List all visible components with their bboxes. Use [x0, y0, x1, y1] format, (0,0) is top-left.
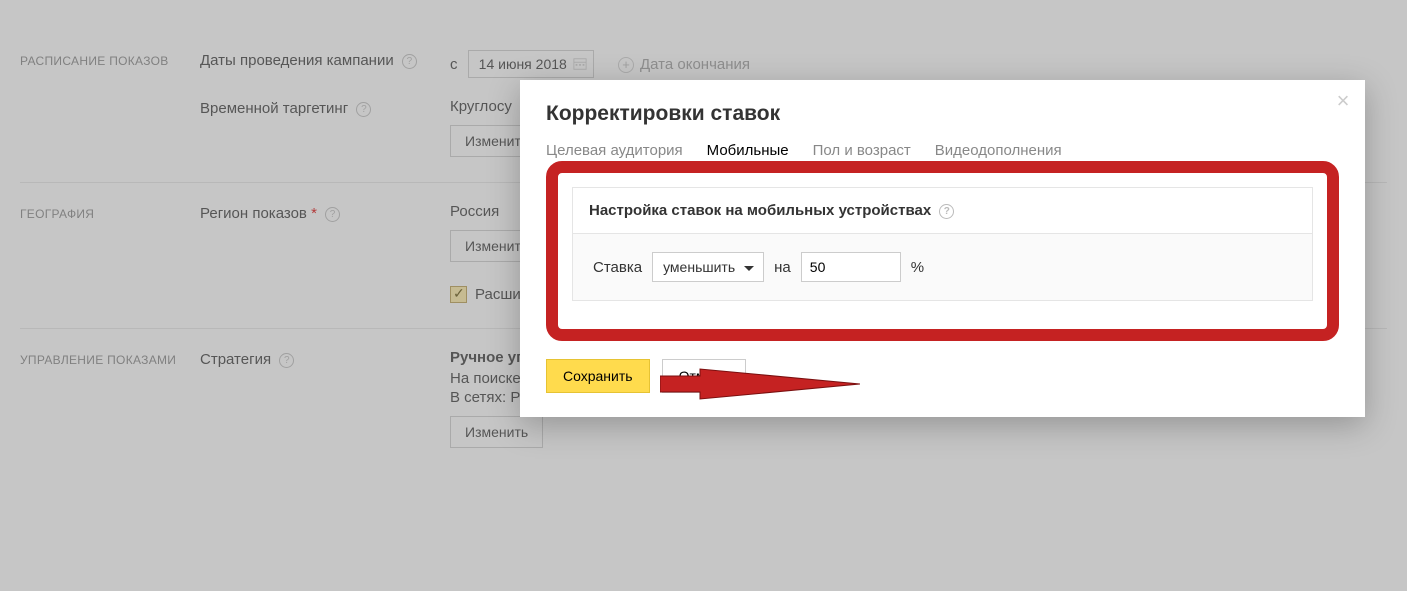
tab-video[interactable]: Видеодополнения: [935, 142, 1062, 165]
cancel-button[interactable]: Отмена: [662, 359, 746, 393]
save-button[interactable]: Сохранить: [546, 359, 650, 393]
percent-symbol: %: [911, 259, 924, 276]
help-icon[interactable]: ?: [939, 204, 954, 219]
tab-gender[interactable]: Пол и возраст: [813, 142, 911, 165]
close-icon[interactable]: ×: [1333, 92, 1353, 112]
tab-audience[interactable]: Целевая аудитория: [546, 142, 683, 165]
on-label: на: [774, 259, 791, 276]
highlight-annotation: Настройка ставок на мобильных устройства…: [546, 161, 1339, 341]
bid-percent-input[interactable]: [801, 252, 901, 282]
bid-action-select[interactable]: уменьшить: [652, 252, 764, 282]
modal-title: Корректировки ставок: [546, 102, 1339, 126]
panel-title: Настройка ставок на мобильных устройства…: [589, 202, 931, 219]
bid-adjustments-modal: × Корректировки ставок Целевая аудитория…: [520, 80, 1365, 417]
bid-label: Ставка: [593, 259, 642, 276]
tab-mobile[interactable]: Мобильные: [707, 142, 789, 165]
